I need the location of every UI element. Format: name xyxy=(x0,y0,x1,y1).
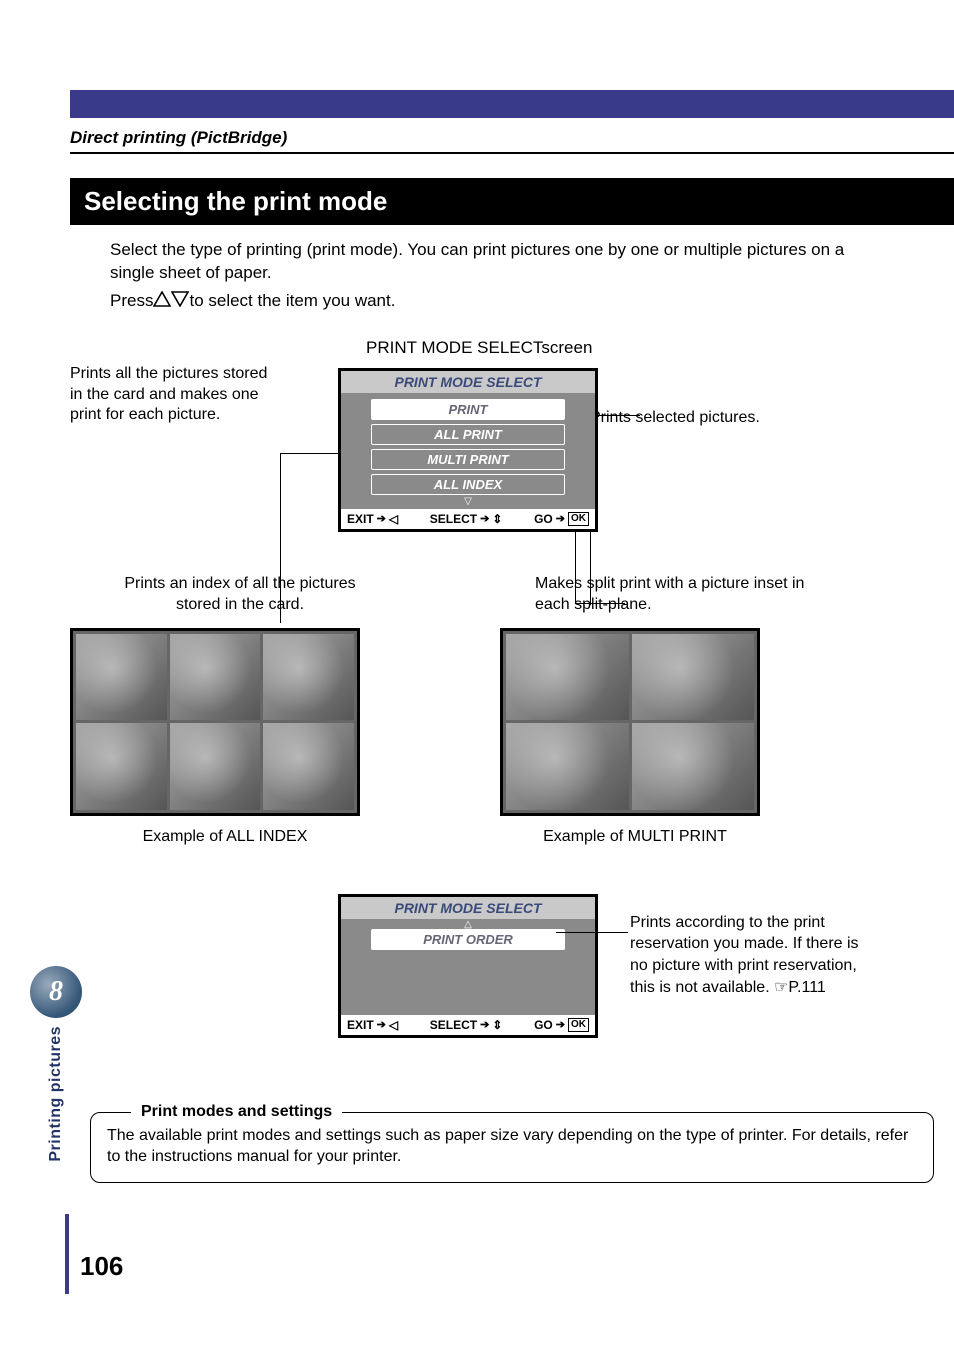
lcd-exit-label: EXIT xyxy=(347,512,374,526)
note-box: Print modes and settings The available p… xyxy=(90,1112,934,1183)
breadcrumb: Direct printing (PictBridge) xyxy=(70,128,884,148)
lcd-item-print-order: PRINT ORDER xyxy=(371,929,565,950)
callout-line xyxy=(280,453,281,623)
ok-key-icon: OK xyxy=(568,1018,589,1032)
header-bar xyxy=(70,90,954,118)
press-instruction: Press to select the item you want. xyxy=(110,291,884,312)
note-body: The available print modes and settings s… xyxy=(107,1125,917,1168)
lcd-go-label: GO xyxy=(534,512,553,526)
lcd-footer: EXIT➔◁ SELECT➔⇕ GO➔OK xyxy=(341,509,595,529)
screen-title: PRINT MODE SELECTscreen xyxy=(366,338,592,358)
callout-print-order: Prints according to the print reservatio… xyxy=(630,912,870,998)
manual-page: Direct printing (PictBridge) Selecting t… xyxy=(0,0,954,1352)
lcd-select-label: SELECT xyxy=(430,512,477,526)
callout-all-index: Prints an index of all the pictures stor… xyxy=(100,574,380,616)
triangle-up-icon xyxy=(153,291,171,312)
chapter-number-badge: 8 xyxy=(30,966,82,1018)
left-key-icon: ◁ xyxy=(389,512,398,526)
arrow-right-icon: ➔ xyxy=(377,1018,386,1031)
arrow-right-icon: ➔ xyxy=(377,512,386,525)
callout-line xyxy=(575,603,625,604)
lcd-title: PRINT MODE SELECT xyxy=(341,371,595,393)
updown-key-icon: ⇕ xyxy=(492,1018,502,1032)
diagram-area: PRINT MODE SELECTscreen Prints all the p… xyxy=(110,338,884,898)
lcd-item-all-print: ALL PRINT xyxy=(371,424,565,445)
thumbnail xyxy=(263,634,354,721)
divider xyxy=(70,152,954,154)
caption-multi-print: Example of MULTI PRINT xyxy=(510,828,760,846)
lcd-item-print: PRINT xyxy=(371,399,565,420)
thumbnail xyxy=(506,634,629,721)
callout-line xyxy=(556,932,628,933)
press-prefix: Press xyxy=(110,291,153,311)
lcd-exit-label: EXIT xyxy=(347,1018,374,1032)
example-all-index xyxy=(70,628,360,816)
caption-all-index: Example of ALL INDEX xyxy=(110,828,340,846)
lcd-menu: PRINT ALL PRINT MULTI PRINT ALL INDEX ▽ xyxy=(341,393,595,509)
triangle-down-icon xyxy=(171,291,189,312)
chevron-up-icon: △ xyxy=(371,921,565,929)
arrow-right-icon: ➔ xyxy=(480,1018,489,1031)
page-number-rule xyxy=(65,1174,69,1294)
diagram-area-2: PRINT MODE SELECT △ PRINT ORDER EXIT➔◁ S… xyxy=(110,894,884,1094)
reference-icon: ☞ xyxy=(774,977,788,999)
chevron-down-icon: ▽ xyxy=(371,499,565,505)
arrow-right-icon: ➔ xyxy=(556,1018,565,1031)
thumbnail xyxy=(632,634,755,721)
lcd-screen-print-order: PRINT MODE SELECT △ PRINT ORDER EXIT➔◁ S… xyxy=(338,894,598,1038)
arrow-right-icon: ➔ xyxy=(480,512,489,525)
section-heading: Selecting the print mode xyxy=(70,178,954,225)
lcd-select-label: SELECT xyxy=(430,1018,477,1032)
press-suffix: to select the item you want. xyxy=(189,291,395,311)
lcd-item-multi-print: MULTI PRINT xyxy=(371,449,565,470)
callout-print: Prints selected pictures. xyxy=(590,408,850,429)
lcd-title: PRINT MODE SELECT xyxy=(341,897,595,919)
page-number: 106 xyxy=(80,1251,123,1282)
callout-multi-print: Makes split print with a picture inset i… xyxy=(535,574,835,616)
chapter-tab: 8 Printing pictures xyxy=(30,966,82,1162)
chapter-label: Printing pictures xyxy=(47,1026,65,1162)
thumbnail xyxy=(263,723,354,810)
updown-key-icon: ⇕ xyxy=(492,512,502,526)
ok-key-icon: OK xyxy=(568,512,589,526)
thumbnail xyxy=(76,634,167,721)
page-reference: P.111 xyxy=(788,979,825,996)
lcd-menu: △ PRINT ORDER xyxy=(341,919,595,1015)
arrow-right-icon: ➔ xyxy=(556,512,565,525)
lcd-footer: EXIT➔◁ SELECT➔⇕ GO➔OK xyxy=(341,1015,595,1035)
example-multi-print xyxy=(500,628,760,816)
intro-text: Select the type of printing (print mode)… xyxy=(110,239,884,285)
thumbnail xyxy=(76,723,167,810)
thumbnail xyxy=(170,634,261,721)
thumbnail xyxy=(506,723,629,810)
note-title: Print modes and settings xyxy=(131,1103,342,1121)
lcd-screen-print-mode: PRINT MODE SELECT PRINT ALL PRINT MULTI … xyxy=(338,368,598,532)
left-key-icon: ◁ xyxy=(389,1018,398,1032)
thumbnail xyxy=(632,723,755,810)
lcd-item-all-index: ALL INDEX xyxy=(371,474,565,495)
lcd-go-label: GO xyxy=(534,1018,553,1032)
thumbnail xyxy=(170,723,261,810)
callout-all-print: Prints all the pictures stored in the ca… xyxy=(70,364,280,426)
